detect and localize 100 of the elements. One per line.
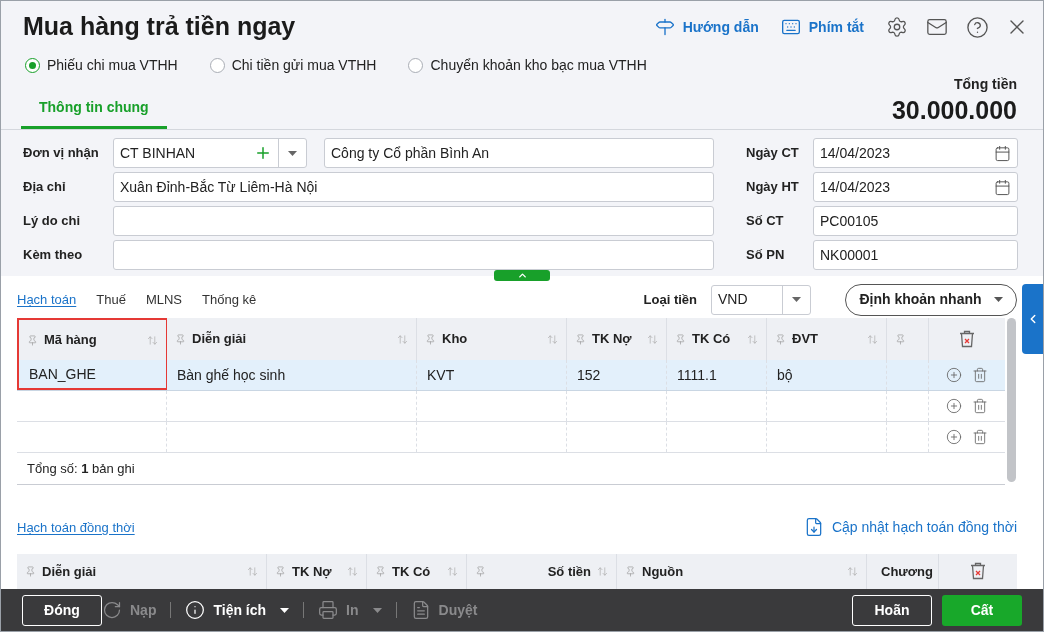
toolbar-button[interactable]: Tiện ích	[185, 599, 290, 621]
collapse-handle[interactable]	[494, 270, 550, 281]
total-amount: 30.000.000	[891, 95, 1017, 125]
pin-icon[interactable]	[175, 333, 186, 345]
sort-icon[interactable]	[597, 565, 608, 577]
input-field[interactable]: Xuân Đỉnh-Bắc Từ Liêm-Hà Nội	[113, 172, 714, 202]
trash-icon[interactable]	[972, 398, 988, 415]
pin-icon[interactable]	[775, 333, 786, 345]
calendar-icon[interactable]	[994, 144, 1011, 162]
field-label: Ngày CT	[746, 144, 800, 163]
add-row-icon[interactable]	[946, 398, 962, 415]
radio-button[interactable]	[25, 57, 40, 73]
pin-icon[interactable]	[895, 333, 906, 345]
sort-icon[interactable]	[747, 333, 758, 345]
caret-icon	[288, 150, 297, 156]
pin-icon[interactable]	[275, 565, 286, 577]
combo-field[interactable]: CT BINHAN	[113, 138, 307, 168]
input-field[interactable]	[113, 240, 714, 270]
caret-icon	[280, 607, 290, 613]
input-field[interactable]	[113, 206, 714, 236]
keyboard-icon	[780, 17, 801, 37]
mail-icon[interactable]	[926, 16, 948, 38]
table-cell-text: 152	[577, 365, 601, 385]
field-label: Kèm theo	[23, 246, 84, 265]
field-label: Số PN	[746, 246, 786, 265]
sort-icon[interactable]	[397, 333, 408, 345]
signpost-icon	[654, 17, 675, 37]
add-row-icon[interactable]	[946, 367, 962, 384]
field-label: Lý do chi	[23, 212, 82, 231]
total-label: Tổng tiền	[954, 75, 1017, 94]
radio-button[interactable]	[408, 57, 424, 73]
input-field[interactable]: NK00001	[813, 240, 1018, 270]
settings-icon[interactable]	[886, 16, 908, 38]
field-label: Ngày HT	[746, 178, 800, 197]
trash-icon[interactable]	[972, 367, 988, 384]
window-title: Mua hàng trả tiền ngay	[23, 11, 297, 43]
side-panel-tab[interactable]	[1022, 284, 1043, 354]
detail-tab[interactable]: Thuế	[96, 289, 126, 310]
table-cell-text: bộ	[777, 365, 793, 385]
trash-icon[interactable]	[972, 429, 988, 446]
add-row-icon[interactable]	[946, 429, 962, 446]
pin-icon[interactable]	[625, 565, 636, 577]
table-row[interactable]: BAN_GHE Bàn ghế học sinh KVT 152 1111.1 bộ	[17, 360, 1006, 392]
field-label: Đơn vị nhận	[23, 144, 100, 163]
trash-icon[interactable]	[959, 330, 975, 349]
record-count: Tổng số: 1 bản ghi	[27, 459, 135, 478]
shortcuts-link[interactable]: Phím tắt	[780, 16, 864, 38]
radio-label: Chi tiền gửi mua VTHH	[231, 55, 377, 75]
sort-icon[interactable]	[867, 333, 878, 345]
sort-icon[interactable]	[647, 333, 658, 345]
radio-label: Chuyển khoản kho bạc mua VTHH	[430, 55, 647, 75]
sort-icon[interactable]	[547, 333, 558, 345]
pin-icon[interactable]	[25, 565, 36, 577]
sort-icon[interactable]	[847, 565, 858, 577]
guide-link[interactable]: Hướng dẫn	[654, 16, 759, 38]
radio-button[interactable]	[209, 57, 225, 73]
pin-icon[interactable]	[475, 565, 486, 577]
caret-icon	[792, 297, 801, 303]
pin-icon[interactable]	[27, 334, 38, 346]
concurrent-link[interactable]: Hạch toán đồng thời	[17, 518, 135, 538]
table-cell-text: BAN_GHE	[29, 364, 96, 384]
chevron-up-icon	[516, 270, 528, 281]
pin-icon[interactable]	[675, 333, 686, 345]
update-concurrent-link[interactable]: Cập nhật hạch toán đồng thời	[803, 516, 1017, 538]
detail-tab[interactable]: MLNS	[145, 289, 183, 310]
column-header[interactable]: TK Nợ	[267, 553, 367, 589]
add-icon[interactable]	[254, 144, 272, 162]
scrollbar-thumb[interactable]	[1006, 318, 1016, 483]
detail-tab[interactable]: Thống kê	[202, 289, 257, 310]
table-cell-text: 1111.1	[677, 365, 717, 385]
sort-icon[interactable]	[147, 334, 158, 346]
column-header[interactable]: TK Có	[367, 553, 467, 589]
date-field[interactable]: 14/04/2023	[813, 138, 1018, 168]
calendar-icon[interactable]	[994, 178, 1011, 196]
column-header[interactable]: Số tiền	[467, 553, 617, 589]
input-field[interactable]: Công ty Cổ phần Bình An	[324, 138, 714, 168]
detail-tab[interactable]: Hạch toán	[17, 289, 77, 310]
field-label: Địa chỉ	[23, 178, 67, 197]
sort-icon[interactable]	[247, 565, 258, 577]
help-icon[interactable]	[966, 15, 989, 39]
trash-icon[interactable]	[970, 562, 986, 581]
column-header[interactable]: Nguồn	[617, 553, 867, 589]
sort-icon[interactable]	[447, 565, 458, 577]
input-field[interactable]: PC00105	[813, 206, 1018, 236]
column-header[interactable]: Diễn giải	[17, 553, 267, 589]
caret-icon	[372, 607, 382, 613]
reload-icon	[102, 600, 122, 620]
currency-select[interactable]: VND	[711, 284, 811, 315]
table-cell-text: KVT	[427, 365, 455, 385]
footer-button[interactable]: Đóng	[22, 594, 102, 626]
sort-icon[interactable]	[347, 565, 358, 577]
currency-label: Loại tiền	[643, 290, 697, 309]
pin-icon[interactable]	[375, 565, 386, 577]
column-header[interactable]: Chương	[867, 553, 939, 589]
pin-icon[interactable]	[575, 333, 586, 345]
date-field[interactable]: 14/04/2023	[813, 172, 1018, 202]
quick-entry-button[interactable]: Định khoản nhanh	[845, 283, 1017, 316]
footer-button[interactable]: Hoãn	[852, 594, 932, 626]
pin-icon[interactable]	[425, 333, 436, 345]
radio-label: Phiếu chi mua VTHH	[47, 55, 178, 75]
